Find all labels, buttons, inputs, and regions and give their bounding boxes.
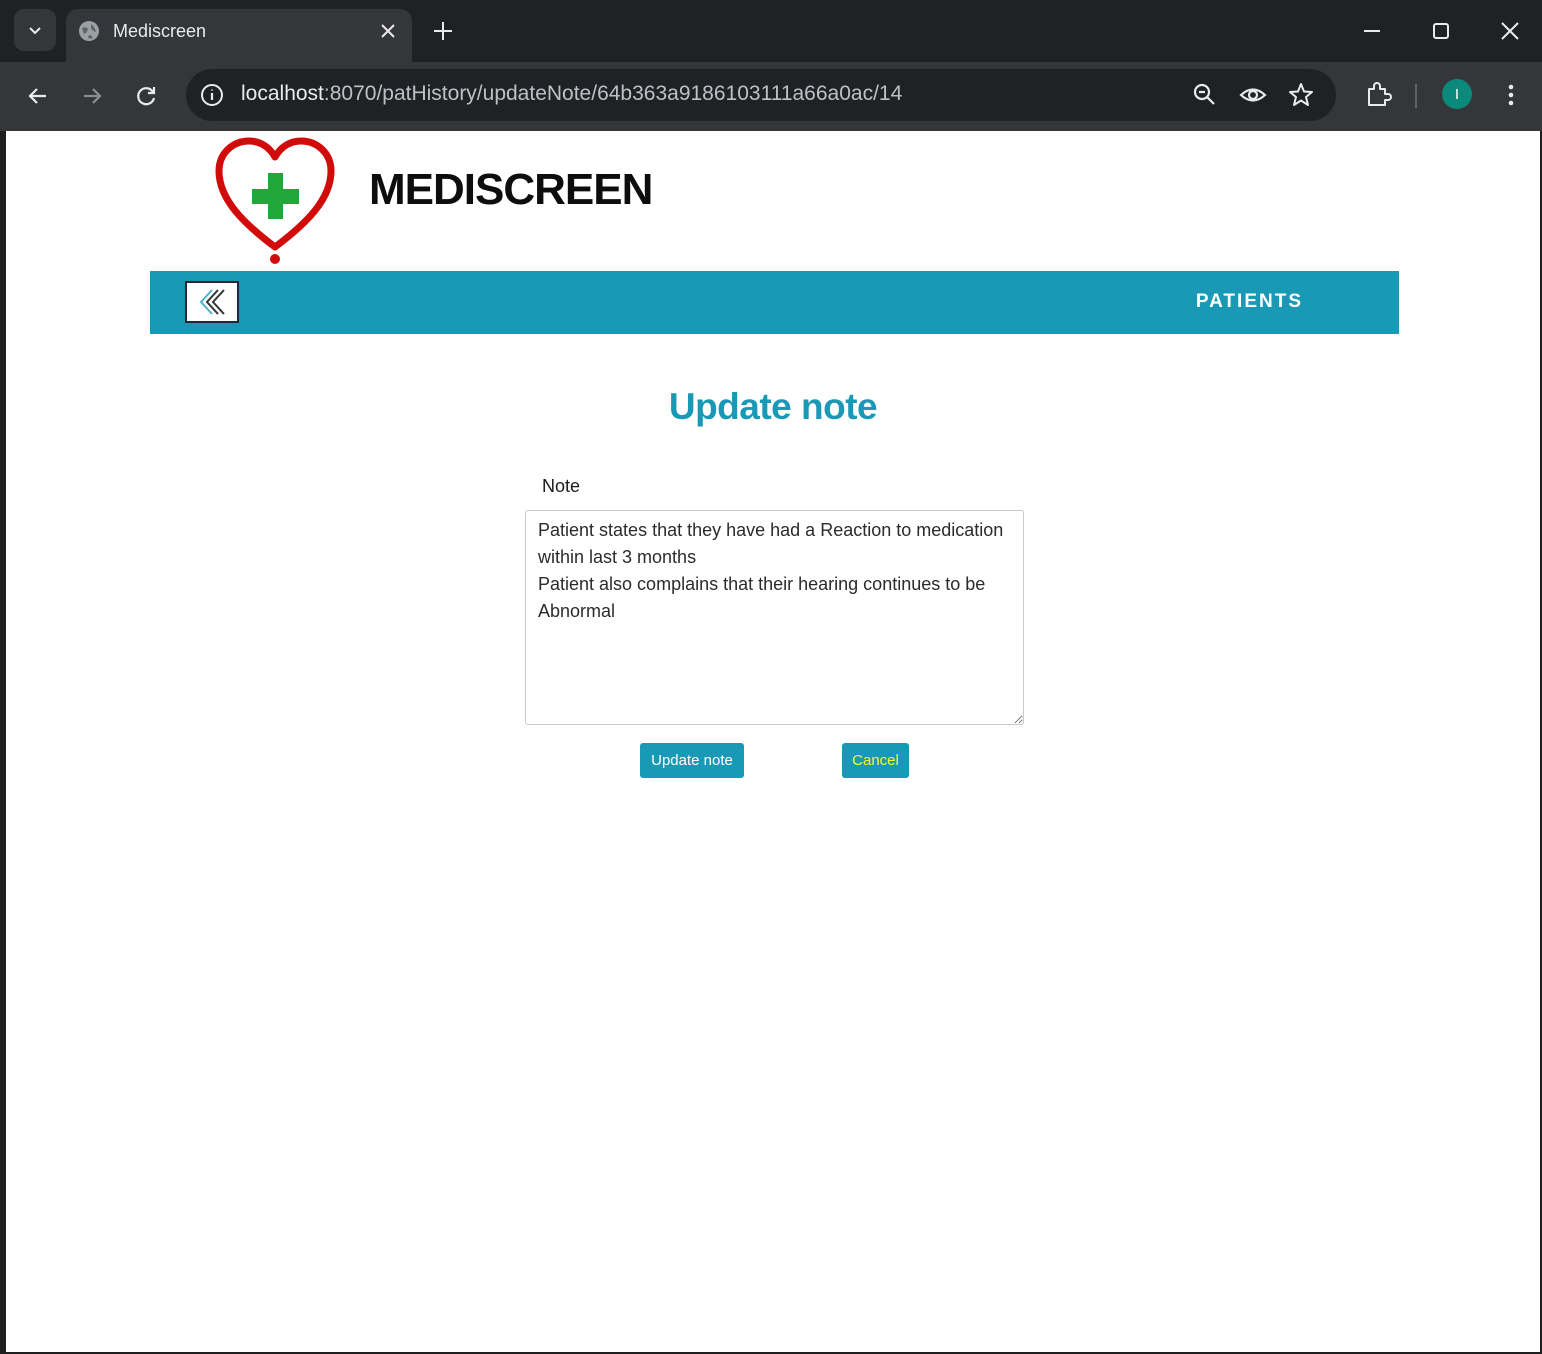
browser-tabstrip: Mediscreen (0, 0, 1542, 62)
browser-tab[interactable]: Mediscreen (66, 9, 412, 62)
main-navbar: PATIENTS (150, 271, 1399, 334)
heart-cross-logo (215, 137, 335, 264)
profile-avatar[interactable]: I (1442, 79, 1472, 109)
profile-initial: I (1454, 85, 1460, 103)
reload-icon[interactable] (132, 82, 160, 110)
eye-icon[interactable] (1239, 81, 1267, 109)
nav-link-patients[interactable]: PATIENTS (1196, 291, 1303, 313)
update-note-button[interactable]: Update note (640, 743, 744, 778)
chevron-down-icon (29, 27, 41, 35)
toolbar-divider (1415, 84, 1417, 108)
forward-arrow-icon[interactable] (78, 82, 106, 110)
tab-title: Mediscreen (113, 21, 207, 41)
globe-icon (79, 21, 99, 41)
back-arrow-icon[interactable] (24, 82, 52, 110)
note-label: Note (542, 476, 581, 496)
note-textarea[interactable]: Patient states that they have had a Reac… (525, 510, 1024, 725)
close-window-icon[interactable] (1499, 20, 1521, 42)
url-text[interactable]: localhost:8070/patHistory/updateNote/64b… (241, 82, 902, 106)
extensions-puzzle-icon[interactable] (1364, 81, 1392, 109)
bookmark-star-icon[interactable] (1287, 81, 1315, 109)
new-tab-icon[interactable] (432, 20, 454, 42)
zoom-icon[interactable] (1191, 81, 1219, 109)
browser-toolbar: localhost:8070/patHistory/updateNote/64b… (0, 62, 1542, 131)
page-title: Update note (668, 386, 878, 427)
maximize-icon[interactable] (1430, 20, 1452, 42)
tab-search-button[interactable] (14, 9, 56, 51)
kebab-menu-icon[interactable] (1497, 81, 1525, 109)
site-info-icon[interactable] (198, 81, 226, 109)
minimize-icon[interactable] (1361, 20, 1383, 42)
double-chevron-left-icon (199, 289, 225, 315)
cancel-button[interactable]: Cancel (842, 743, 909, 778)
close-tab-icon[interactable] (378, 21, 398, 41)
page-viewport: MEDISCREEN PATIENTS Update note Note Pat… (6, 131, 1540, 1352)
address-bar[interactable]: localhost:8070/patHistory/updateNote/64b… (186, 69, 1336, 121)
back-button[interactable] (185, 281, 239, 323)
brand-name: MEDISCREEN (369, 165, 653, 214)
